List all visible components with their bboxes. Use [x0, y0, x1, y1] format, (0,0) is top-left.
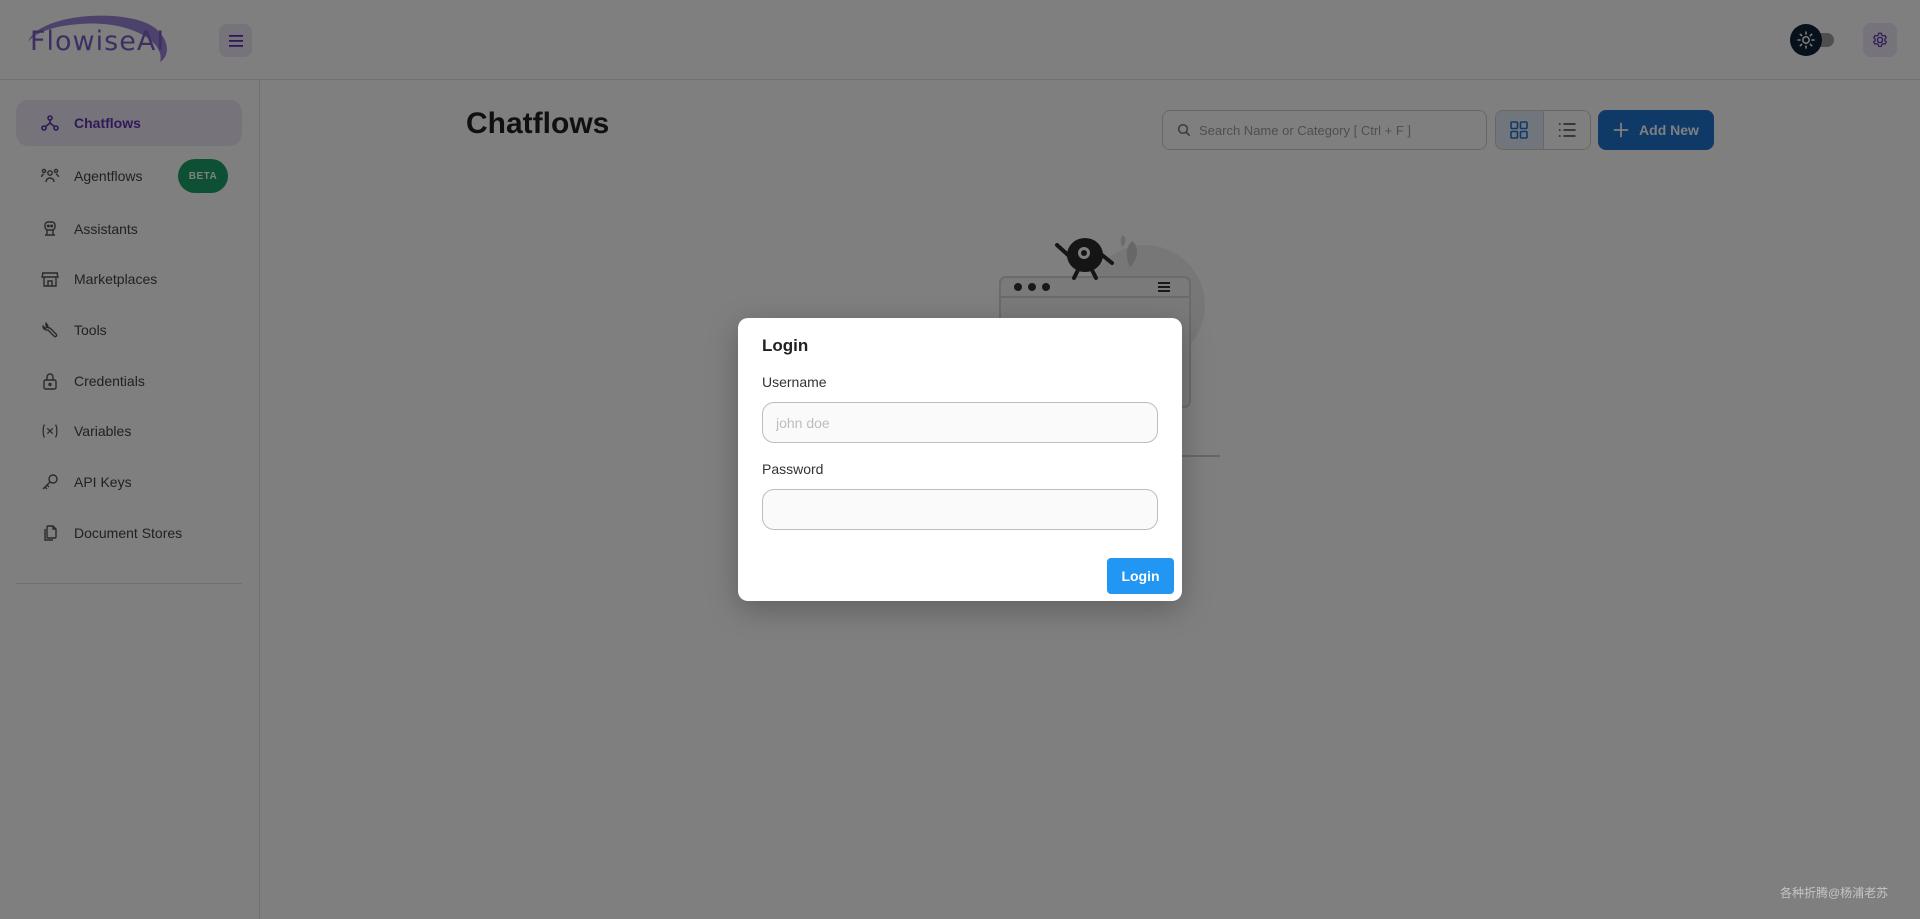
watermark-text: 各种折腾@杨浦老苏 [1780, 886, 1889, 900]
login-dialog: Login Username Password Login [738, 318, 1182, 601]
password-input[interactable] [762, 489, 1158, 530]
login-button[interactable]: Login [1107, 558, 1174, 594]
username-label: Username [762, 374, 827, 390]
username-input[interactable] [762, 402, 1158, 443]
password-label: Password [762, 461, 824, 477]
dialog-title: Login [762, 336, 809, 355]
